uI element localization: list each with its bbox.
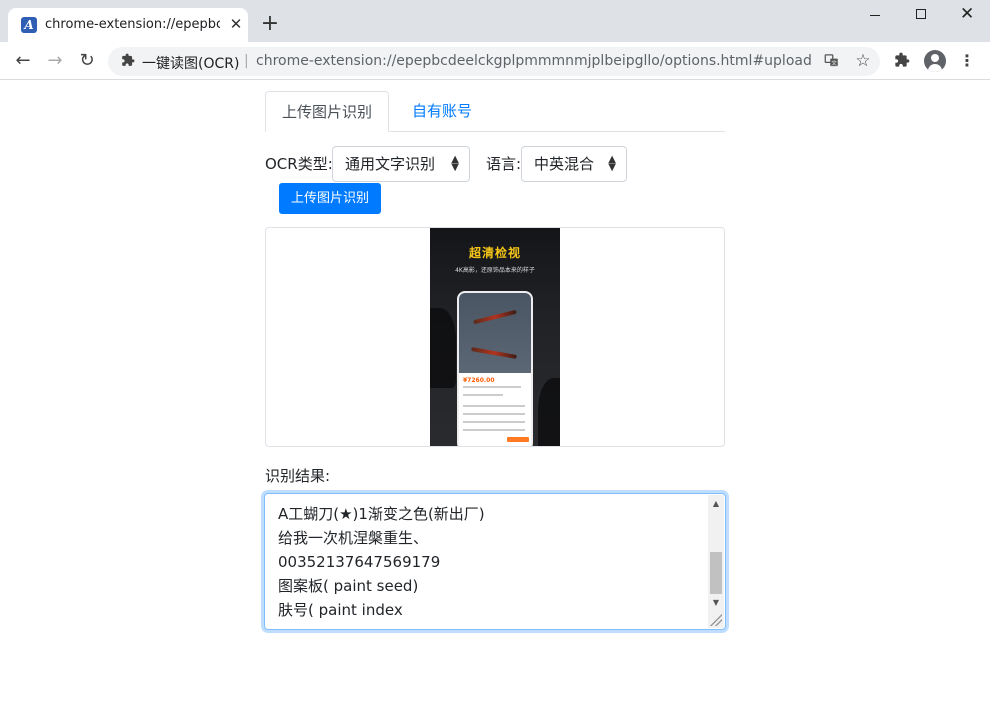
- back-button[interactable]: ←: [11, 49, 35, 73]
- result-scrollbar[interactable]: ▲ ▼: [708, 495, 724, 628]
- extension-favicon-icon: A: [21, 17, 37, 33]
- resize-grip-icon[interactable]: [710, 614, 722, 626]
- minimize-button[interactable]: [852, 0, 898, 30]
- select-arrows-icon: ▲ ▼: [608, 154, 616, 173]
- uploaded-image: 超清检视 4K高影，还原饰品本来的样子 ¥7260.00: [430, 228, 560, 446]
- omnibox-extension-label: 一键读图(OCR): [142, 56, 240, 72]
- browser-tab[interactable]: A chrome-extension://epepbcde ✕: [8, 8, 248, 42]
- scroll-down-icon[interactable]: ▼: [708, 594, 724, 611]
- poster-silhouette: [430, 308, 456, 388]
- browser-toolbar: ← → ↻ 一键读图(OCR) | chrome-extension://epe…: [0, 42, 990, 80]
- language-select[interactable]: 中英混合 ▲ ▼: [521, 146, 627, 182]
- poster-silhouette: [538, 378, 560, 446]
- ocr-type-label: OCR类型:: [265, 155, 333, 173]
- maximize-icon: [916, 9, 926, 19]
- forward-button[interactable]: →: [43, 49, 67, 73]
- poster-title: 超清检视: [468, 246, 521, 260]
- phone-buy-button: [507, 437, 529, 442]
- new-tab-button[interactable]: +: [258, 12, 282, 36]
- title-bar: A chrome-extension://epepbcde ✕ + ✕: [0, 0, 990, 42]
- tab-own-account[interactable]: 自有账号: [396, 91, 488, 132]
- tab-upload-recognize[interactable]: 上传图片识别: [265, 91, 390, 132]
- phone-price: ¥7260.00: [463, 377, 495, 384]
- phone-screen-top: [459, 293, 531, 373]
- upload-image-button[interactable]: 上传图片识别: [279, 183, 381, 214]
- phone-text-line: [463, 394, 503, 396]
- ocr-type-select[interactable]: 通用文字识别 ▲ ▼: [332, 146, 470, 182]
- phone-mockup: ¥7260.00: [457, 291, 533, 446]
- minimize-icon: [870, 15, 880, 16]
- scroll-thumb[interactable]: [710, 552, 722, 594]
- bookmark-star-icon[interactable]: ☆: [853, 51, 873, 71]
- language-value: 中英混合: [534, 155, 595, 173]
- knife-image: [473, 309, 517, 325]
- translate-icon[interactable]: 文: [822, 53, 840, 71]
- select-arrows-icon: ▲ ▼: [451, 154, 459, 173]
- ocr-type-value: 通用文字识别: [345, 155, 436, 173]
- phone-text-line: [463, 429, 525, 431]
- url-text[interactable]: chrome-extension://epepbcdeelckgplpmmmnm…: [256, 53, 812, 69]
- tab-title: chrome-extension://epepbcde: [45, 17, 220, 32]
- scroll-up-icon[interactable]: ▲: [708, 495, 724, 512]
- phone-text-line: [463, 405, 525, 407]
- omnibox-separator: |: [244, 53, 249, 69]
- page-content: 上传图片识别 自有账号 OCR类型: 通用文字识别 ▲ ▼ 语言: 中英混合 ▲ ▼…: [0, 81, 990, 701]
- result-textarea[interactable]: A工蝴刀(★)1渐变之色(新出厂) 给我一次机涅槃重生、 00352137647…: [264, 493, 726, 630]
- profile-icon[interactable]: [924, 50, 946, 72]
- image-preview: 超清检视 4K高影，还原饰品本来的样子 ¥7260.00: [265, 227, 725, 447]
- close-window-button[interactable]: ✕: [944, 0, 990, 30]
- phone-text-line: [463, 413, 525, 415]
- page-tabs: 上传图片识别 自有账号: [265, 91, 725, 132]
- close-icon: ✕: [960, 4, 975, 24]
- knife-image: [471, 347, 517, 359]
- address-bar[interactable]: 一键读图(OCR) | chrome-extension://epepbcdee…: [108, 47, 880, 76]
- poster-subtitle: 4K高影，还原饰品本来的样子: [455, 267, 535, 274]
- phone-text-line: [463, 386, 521, 388]
- reload-button[interactable]: ↻: [75, 49, 99, 73]
- puzzle-icon: [120, 53, 136, 69]
- menu-dots-icon[interactable]: ⋮: [958, 51, 976, 71]
- phone-text-line: [463, 421, 525, 423]
- result-label: 识别结果:: [265, 467, 331, 485]
- language-label: 语言:: [486, 155, 522, 173]
- tab-close-icon[interactable]: ✕: [227, 15, 245, 33]
- result-text[interactable]: A工蝴刀(★)1渐变之色(新出厂) 给我一次机涅槃重生、 00352137647…: [278, 502, 703, 622]
- extensions-puzzle-icon[interactable]: [892, 52, 912, 72]
- maximize-button[interactable]: [898, 0, 944, 30]
